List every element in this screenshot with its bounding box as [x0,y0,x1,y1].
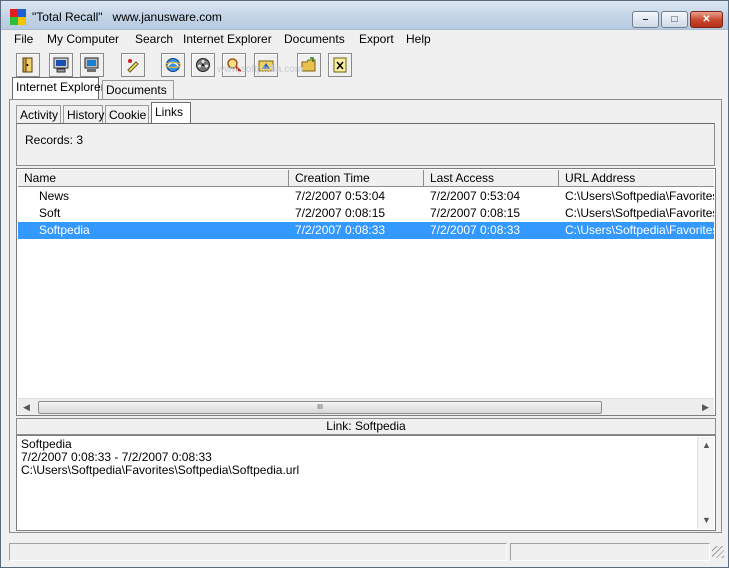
resize-grip-icon[interactable] [712,546,724,558]
menu-help[interactable]: Help [406,31,431,47]
maximize-button[interactable]: □ [661,11,688,28]
close-button[interactable]: ✕ [690,11,723,28]
row-name: Soft [39,206,61,220]
row-url: C:\Users\Softpedia\Favorites\News.url [565,189,714,203]
main-tab-row: Internet Explorer Documents [12,77,272,101]
table-row[interactable]: News 7/2/2007 0:53:04 7/2/2007 0:53:04 C… [18,188,714,205]
computer-icon [53,57,69,73]
export-excel-button[interactable] [328,53,352,77]
network-computer-icon [84,57,99,72]
row-name: News [39,189,70,203]
tab-documents[interactable]: Documents [102,80,174,101]
arrow-up-icon: ▲ [702,440,711,450]
arrow-left-icon: ◀ [23,402,30,412]
row-created: 7/2/2007 0:08:33 [295,223,386,237]
toolbar [1,51,728,79]
link-detail-box[interactable]: Softpedia 7/2/2007 0:08:33 - 7/2/2007 0:… [16,435,716,531]
minimize-button[interactable]: ⎯ [632,11,659,28]
row-accessed: 7/2/2007 0:08:15 [430,206,521,220]
ie-globe-icon [165,58,181,72]
menu-bar: File My Computer Search Internet Explore… [1,30,728,49]
pen-icon [127,59,139,73]
row-accessed: 7/2/2007 0:08:33 [430,223,521,237]
menu-file[interactable]: File [14,31,33,47]
sub-tab-row: Activity History Cookie Links [16,102,216,126]
menu-my-computer[interactable]: My Computer [47,31,119,47]
row-accessed: 7/2/2007 0:53:04 [430,189,521,203]
folder-open-icon [301,57,316,72]
close-icon: ✕ [702,14,711,25]
my-computer-button[interactable] [49,53,73,77]
status-bar [1,541,728,567]
scroll-right-button[interactable]: ▶ [697,399,714,416]
grip-icon: III [317,404,323,411]
table-header: Name Creation Time Last Access URL Addre… [18,170,714,187]
arrow-down-icon: ▼ [702,515,711,525]
scroll-thumb[interactable]: III [38,401,602,414]
maximize-icon: □ [671,14,678,25]
column-url-address[interactable]: URL Address [559,170,714,187]
exit-button[interactable] [16,53,40,77]
app-icon [10,9,26,25]
tab-internet-explorer[interactable]: Internet Explorer [12,77,105,100]
records-box: Records: 3 [16,123,715,166]
scroll-left-button[interactable]: ◀ [18,399,35,416]
film-reel-icon [196,58,210,72]
film-reel-button[interactable] [191,53,215,77]
vertical-scrollbar[interactable]: ▲ ▼ [697,437,714,529]
link-title-bar: Link: Softpedia [16,418,716,435]
horizontal-scrollbar[interactable]: ◀ III ▶ [18,398,714,415]
status-pane-left [9,543,507,561]
menu-documents[interactable]: Documents [284,31,345,47]
scroll-up-button[interactable]: ▲ [698,437,715,454]
row-url: C:\Users\Softpedia\Favorites\Softpedia.u… [565,223,714,237]
column-last-access[interactable]: Last Access [424,170,559,187]
tab-links[interactable]: Links [151,102,191,125]
column-creation-time[interactable]: Creation Time [289,170,424,187]
row-created: 7/2/2007 0:08:15 [295,206,386,220]
window-title: "Total Recall" www.janusware.com [32,10,222,24]
exit-door-icon [22,57,33,73]
main-window: "Total Recall" www.janusware.com ⎯ □ ✕ F… [0,0,729,568]
internet-explorer-button[interactable] [161,53,185,77]
menu-export[interactable]: Export [359,31,394,47]
excel-export-icon [333,57,347,73]
network-computer-button[interactable] [80,53,104,77]
minimize-icon: ⎯ [643,14,648,25]
links-table: Name Creation Time Last Access URL Addre… [16,168,716,416]
row-url: C:\Users\Softpedia\Favorites\Soft.url [565,206,714,220]
row-created: 7/2/2007 0:53:04 [295,189,386,203]
scroll-down-button[interactable]: ▼ [698,512,715,529]
pen-button[interactable] [121,53,145,77]
arrow-right-icon: ▶ [702,402,709,412]
watermark-text: www.softpedia.com [217,64,304,75]
row-name: Softpedia [39,223,90,237]
menu-search[interactable]: Search [135,31,173,47]
menu-internet-explorer[interactable]: Internet Explorer [183,31,272,47]
table-row-selected[interactable]: Softpedia 7/2/2007 0:08:33 7/2/2007 0:08… [18,222,714,239]
title-bar[interactable]: "Total Recall" www.janusware.com ⎯ □ ✕ [1,1,728,30]
status-pane-right [510,543,710,561]
detail-path: C:\Users\Softpedia\Favorites\Softpedia\S… [21,463,300,477]
column-name[interactable]: Name [18,170,289,187]
records-count: Records: 3 [25,133,84,147]
table-row[interactable]: Soft 7/2/2007 0:08:15 7/2/2007 0:08:15 C… [18,205,714,222]
